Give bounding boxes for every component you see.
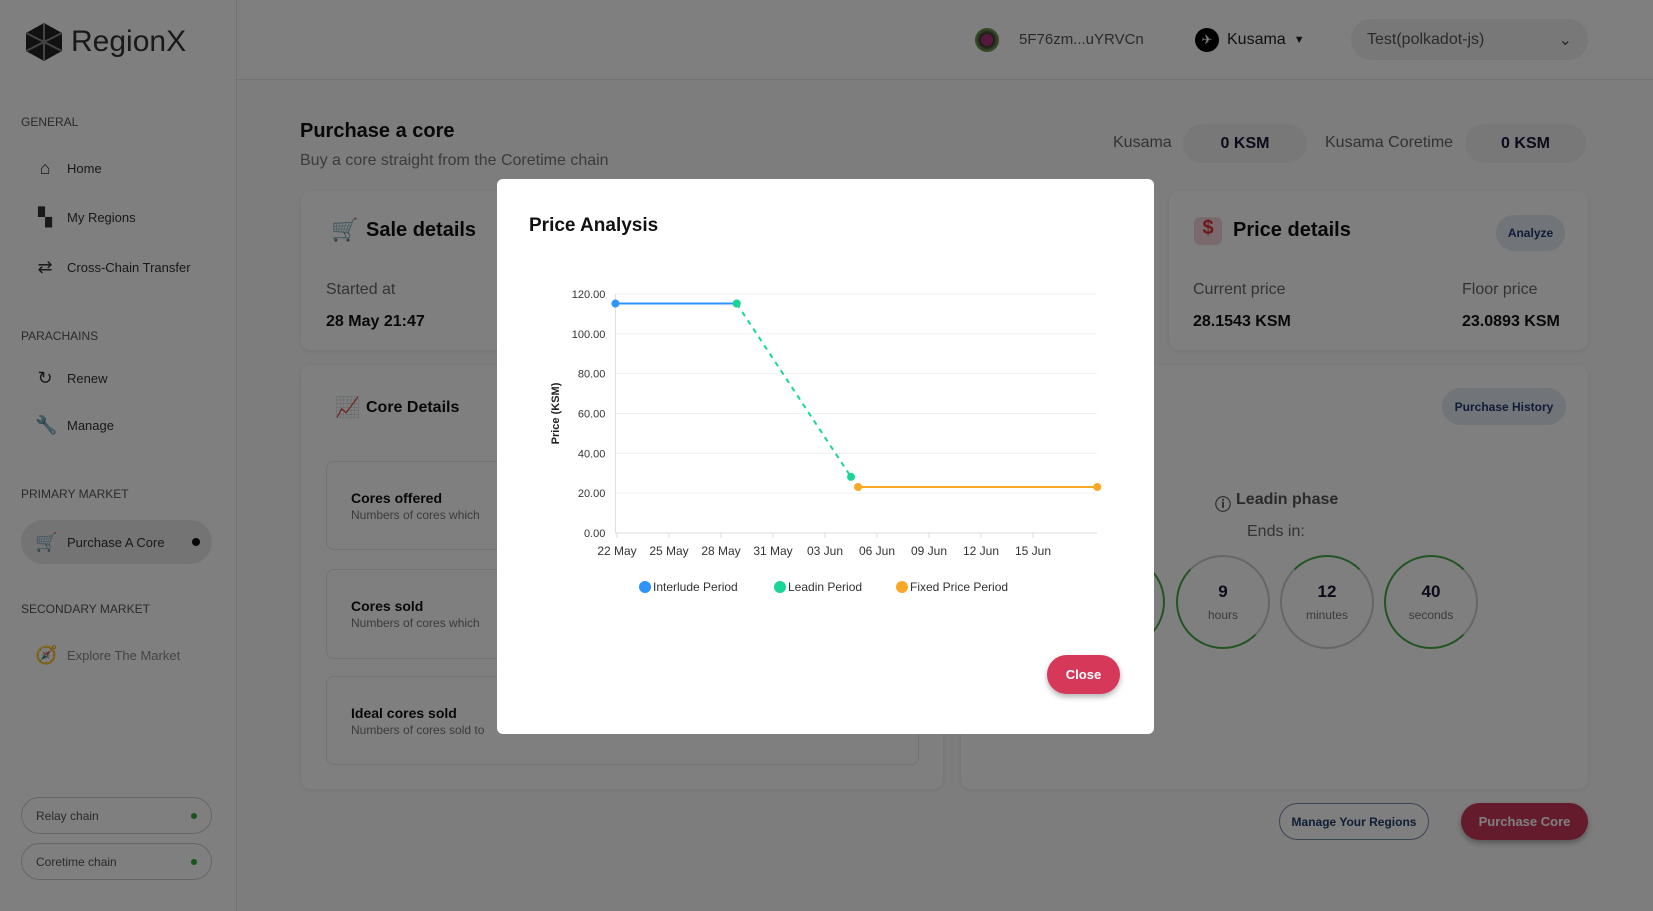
y-tick-label: 120.00 (572, 289, 606, 301)
legend-label: Leadin Period (788, 580, 862, 594)
x-tick-label: 25 May (649, 544, 688, 558)
data-point (732, 299, 741, 308)
x-tick-label: 09 Jun (911, 544, 947, 558)
x-tick-label: 03 Jun (807, 544, 843, 558)
price-analysis-modal: Price Analysis 0.00 20.00 40.00 60.00 80.00 1… (497, 179, 1154, 734)
y-tick-label: 40.00 (578, 448, 606, 460)
legend-label: Interlude Period (653, 580, 738, 594)
series-line-1 (735, 303, 852, 478)
y-tick-label: 80.00 (578, 369, 606, 381)
x-tick-label: 06 Jun (859, 544, 895, 558)
x-tick-label: 22 May (597, 544, 636, 558)
y-axis-label: Price (KSM) (550, 382, 562, 444)
x-tick-label: 28 May (701, 544, 740, 558)
x-tick-label: 15 Jun (1015, 544, 1051, 558)
y-tick-label: 20.00 (578, 488, 606, 500)
y-tick-label: 0.00 (584, 528, 605, 540)
data-point (1093, 483, 1102, 492)
y-tick-label: 100.00 (572, 329, 606, 341)
y-tick-label: 60.00 (578, 409, 606, 421)
legend-label: Fixed Price Period (910, 580, 1008, 594)
x-tick-label: 31 May (753, 544, 792, 558)
data-point (611, 299, 620, 308)
data-point (847, 472, 855, 481)
legend-marker (774, 581, 786, 593)
data-point (854, 483, 863, 492)
legend-marker (896, 581, 908, 593)
x-tick-label: 12 Jun (963, 544, 999, 558)
close-button[interactable]: Close (1047, 655, 1120, 694)
price-chart: 0.00 20.00 40.00 60.00 80.00 100.00 120.00 22 M… (550, 289, 1102, 594)
legend-marker (639, 581, 651, 593)
